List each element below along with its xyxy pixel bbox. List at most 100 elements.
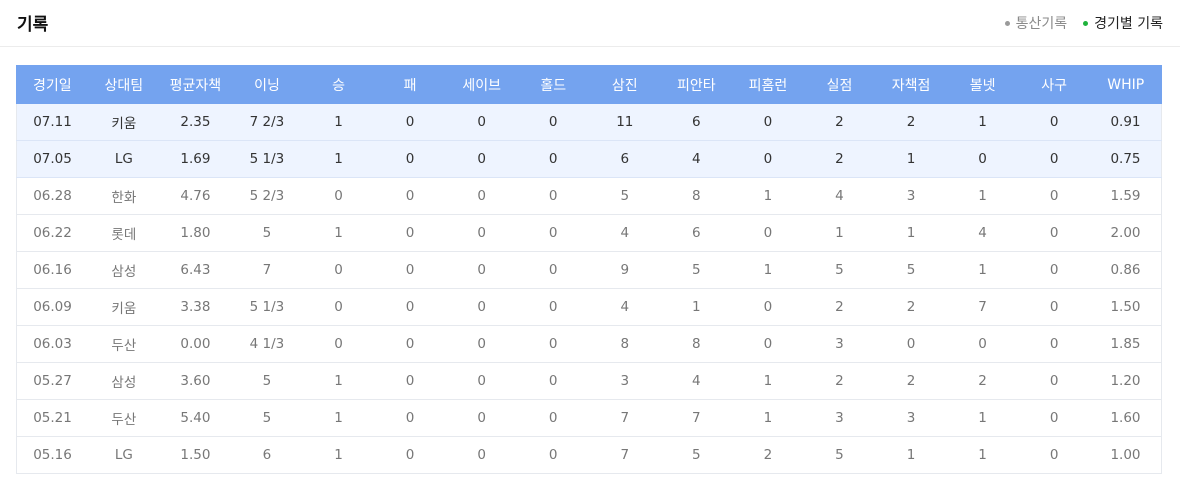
table-cell: 0	[517, 436, 589, 474]
table-cell: 0	[517, 399, 589, 437]
table-cell: 5 1/3	[231, 140, 303, 178]
table-cell: 5 1/3	[231, 288, 303, 326]
table-cell: 7	[946, 288, 1019, 326]
table-cell: 1	[946, 177, 1019, 215]
table-cell: 1	[302, 436, 375, 474]
table-cell: 0	[732, 103, 804, 141]
table-row: 06.28 한화 4.76 5 2/3 0 0 0 0 5 8 1 4 3 1 0 1.59	[16, 177, 1162, 215]
table-cell: 1.50	[1089, 288, 1162, 326]
table-cell: 0	[732, 325, 804, 363]
table-cell: 0	[1018, 436, 1090, 474]
table-cell: 5	[231, 399, 303, 437]
table-cell: 7 2/3	[231, 103, 303, 141]
table-cell: 1	[875, 214, 947, 252]
table-cell: 2	[875, 362, 947, 400]
table-cell: 0	[374, 399, 446, 437]
table-cell: 9	[589, 251, 661, 289]
table-cell: 3.60	[159, 362, 232, 400]
table-cell: 06.28	[16, 177, 89, 215]
column-header: 패	[373, 65, 447, 104]
table-cell: 0	[517, 251, 589, 289]
table-cell: 0	[517, 288, 589, 326]
table-cell: 0	[1018, 214, 1090, 252]
table-cell: 2	[803, 103, 876, 141]
table-cell: 0	[445, 140, 518, 178]
table-cell: 0	[374, 362, 446, 400]
table-cell: 1	[803, 214, 876, 252]
table-cell: 1	[946, 399, 1019, 437]
table-cell: 0	[517, 140, 589, 178]
table-cell: 3	[589, 362, 661, 400]
table-cell: 8	[589, 325, 661, 363]
table-cell: 0	[1018, 251, 1090, 289]
column-header: 자책점	[874, 65, 948, 104]
game-records-tab[interactable]: 경기별 기록	[1083, 13, 1163, 33]
table-cell: 5	[875, 251, 947, 289]
table-cell: 0.86	[1089, 251, 1162, 289]
table-cell: 07.05	[16, 140, 89, 178]
table-row: 05.27 삼성 3.60 5 1 0 0 0 3 4 1 2 2 2 0 1.20	[16, 362, 1162, 400]
table-cell: 2	[946, 362, 1019, 400]
table-cell: 5	[231, 362, 303, 400]
table-cell: 삼성	[88, 362, 160, 400]
table-cell: 0	[445, 214, 518, 252]
table-cell: 06.22	[16, 214, 89, 252]
career-records-label: 통산기록	[1015, 16, 1068, 32]
game-records-label: 경기별 기록	[1094, 16, 1163, 32]
table-cell: 1	[875, 140, 947, 178]
table-cell: 5	[660, 436, 733, 474]
column-header: 평균자책	[159, 65, 232, 104]
table-cell: 0	[1018, 140, 1090, 178]
table-cell: 0	[374, 325, 446, 363]
section-title: 기록	[17, 15, 49, 35]
column-header: 실점	[803, 65, 876, 104]
table-cell: 06.09	[16, 288, 89, 326]
table-cell: 0	[374, 214, 446, 252]
table-cell: 4 1/3	[231, 325, 303, 363]
table-cell: 05.21	[16, 399, 89, 437]
table-cell: 1	[946, 103, 1019, 141]
table-cell: 7	[231, 251, 303, 289]
table-header: 경기일 상대팀 평균자책 이닝 승 패 세이브 홀드 삼진 피안타 피홈런 실점 자책점 볼넷 사구 WHIP	[16, 65, 1162, 104]
table-cell: 1.80	[159, 214, 232, 252]
table-row: 05.16 LG 1.50 6 1 0 0 0 7 5 2 5 1 1 0 1.00	[16, 436, 1162, 474]
career-records-tab[interactable]: 통산기록	[1004, 13, 1068, 33]
table-cell: 2	[732, 436, 804, 474]
table-cell: 1	[302, 140, 375, 178]
table-cell: 3	[875, 399, 947, 437]
table-cell: 두산	[88, 325, 160, 363]
table-cell: 0.00	[159, 325, 232, 363]
table-cell: 6	[589, 140, 661, 178]
table-cell: 1.50	[159, 436, 232, 474]
game-records-table-container: 경기일 상대팀 평균자책 이닝 승 패 세이브 홀드 삼진 피안타 피홈런 실점 자책점 볼넷 사구 WHIP…	[16, 65, 1162, 474]
table-cell: 키움	[88, 288, 160, 326]
table-cell: 0	[302, 177, 375, 215]
table-cell: 7	[589, 399, 661, 437]
table-cell: 2	[875, 103, 947, 141]
table-cell: 1	[732, 399, 804, 437]
column-header: 상대팀	[87, 65, 161, 104]
table-cell: 1	[946, 436, 1019, 474]
table-cell: 0	[946, 140, 1019, 178]
table-cell: LG	[88, 140, 160, 178]
table-cell: 0.91	[1089, 103, 1162, 141]
table-cell: 0	[1018, 288, 1090, 326]
table-cell: 1.85	[1089, 325, 1162, 363]
table-cell: 1.60	[1089, 399, 1162, 437]
inactive-dot-icon	[1004, 20, 1010, 26]
table-cell: 0	[517, 177, 589, 215]
table-cell: 한화	[88, 177, 160, 215]
table-cell: 0	[302, 251, 375, 289]
table-cell: 5	[231, 214, 303, 252]
table-cell: 1	[732, 362, 804, 400]
table-cell: 1.00	[1089, 436, 1162, 474]
table-cell: 5	[803, 251, 876, 289]
table-cell: 0	[517, 325, 589, 363]
table-cell: 2	[875, 288, 947, 326]
column-header: 사구	[1017, 65, 1091, 104]
header-row: 경기일 상대팀 평균자책 이닝 승 패 세이브 홀드 삼진 피안타 피홈런 실점 자책점 볼넷 사구 WHIP	[16, 65, 1162, 104]
table-cell: 5.40	[159, 399, 232, 437]
column-header: 볼넷	[946, 65, 1019, 104]
table-cell: 0	[374, 251, 446, 289]
table-cell: 1.69	[159, 140, 232, 178]
